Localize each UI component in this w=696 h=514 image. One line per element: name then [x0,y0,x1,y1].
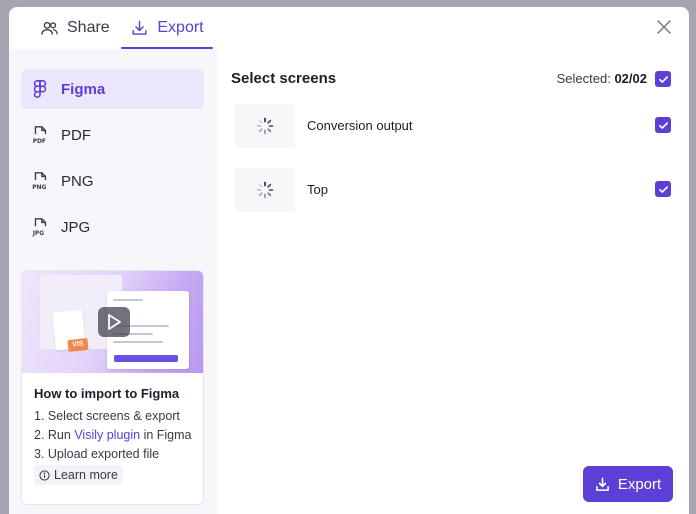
selected-value: 02/02 [614,71,647,86]
tab-export[interactable]: Export [121,7,213,49]
tutorial-video-thumbnail[interactable]: VIS [22,271,203,373]
tutorial-step-1: 1. Select screens & export [34,409,180,423]
users-icon [41,21,58,35]
export-button-label: Export [617,475,662,493]
screen-row[interactable]: Conversion output [217,104,689,152]
screen-name: Conversion output [307,118,413,133]
selected-label: Selected: [556,71,611,86]
export-dialog: Share Export Figma PDF PDF PNG PNG JPG J… [9,7,689,514]
download-icon [595,477,609,491]
dialog-tabs: Share Export [9,7,689,49]
thumbnail-vis-tag: VIS [67,337,89,353]
tutorial-step-3: 3. Upload exported file [34,447,160,461]
tutorial-steps: 1. Select screens & export 2. Run Visily… [34,407,192,464]
tutorial-title: How to import to Figma [34,386,180,401]
svg-text:PNG: PNG [32,185,46,191]
screen-thumbnail [235,168,295,212]
tutorial-card: VIS How to import to Figma 1. Select scr… [21,270,204,505]
close-button[interactable] [655,18,673,36]
tutorial-step-2-suffix: in Figma [140,428,192,442]
sidebar-item-jpg[interactable]: JPG JPG [21,207,204,247]
sidebar-item-pdf-label: PDF [61,126,91,144]
sidebar-item-png-label: PNG [61,172,94,190]
check-icon [658,185,668,193]
download-icon [132,20,147,35]
info-icon [39,469,50,481]
pdf-file-icon: PDF [33,126,47,145]
select-screens-title: Select screens [231,70,337,87]
loading-spinner-icon [256,181,274,199]
close-icon [657,20,671,34]
screen-thumbnail [235,104,295,148]
svg-text:JPG: JPG [32,231,45,237]
tutorial-step-2: 2. Run Visily plugin in Figma [34,426,192,445]
tab-share[interactable]: Share [40,7,128,49]
screens-panel: Select screens Selected: 02/02 Conversio… [217,49,689,514]
play-icon [108,314,121,330]
learn-more-button[interactable]: Learn more [34,465,123,485]
thumbnail-import-bar [114,355,178,362]
screen-row[interactable]: Top [217,168,689,216]
check-icon [658,75,668,83]
svg-text:PDF: PDF [33,139,46,145]
sidebar-item-figma[interactable]: Figma [21,69,204,109]
png-file-icon: PNG [32,172,47,191]
format-sidebar: Figma PDF PDF PNG PNG JPG JPG VIS How to… [9,49,217,514]
screen-name: Top [307,182,328,197]
sidebar-item-jpg-label: JPG [61,218,91,236]
screen-checkbox[interactable] [655,181,671,197]
visily-plugin-link[interactable]: Visily plugin [74,428,140,442]
play-button[interactable] [98,307,130,337]
select-all-checkbox[interactable] [655,71,671,87]
tab-export-label: Export [157,19,204,36]
tutorial-step-2-prefix: 2. Run [34,428,75,442]
export-button[interactable]: Export [583,466,673,502]
sidebar-item-pdf[interactable]: PDF PDF [21,115,204,155]
figma-icon [33,80,47,98]
loading-spinner-icon [256,117,274,135]
check-icon [658,121,668,129]
screen-checkbox[interactable] [655,117,671,133]
jpg-file-icon: JPG [32,218,47,237]
selected-count: Selected: 02/02 [557,71,647,86]
learn-more-label: Learn more [54,468,118,482]
sidebar-item-figma-label: Figma [61,80,106,98]
tab-share-label: Share [67,19,110,36]
sidebar-item-png[interactable]: PNG PNG [21,161,204,201]
